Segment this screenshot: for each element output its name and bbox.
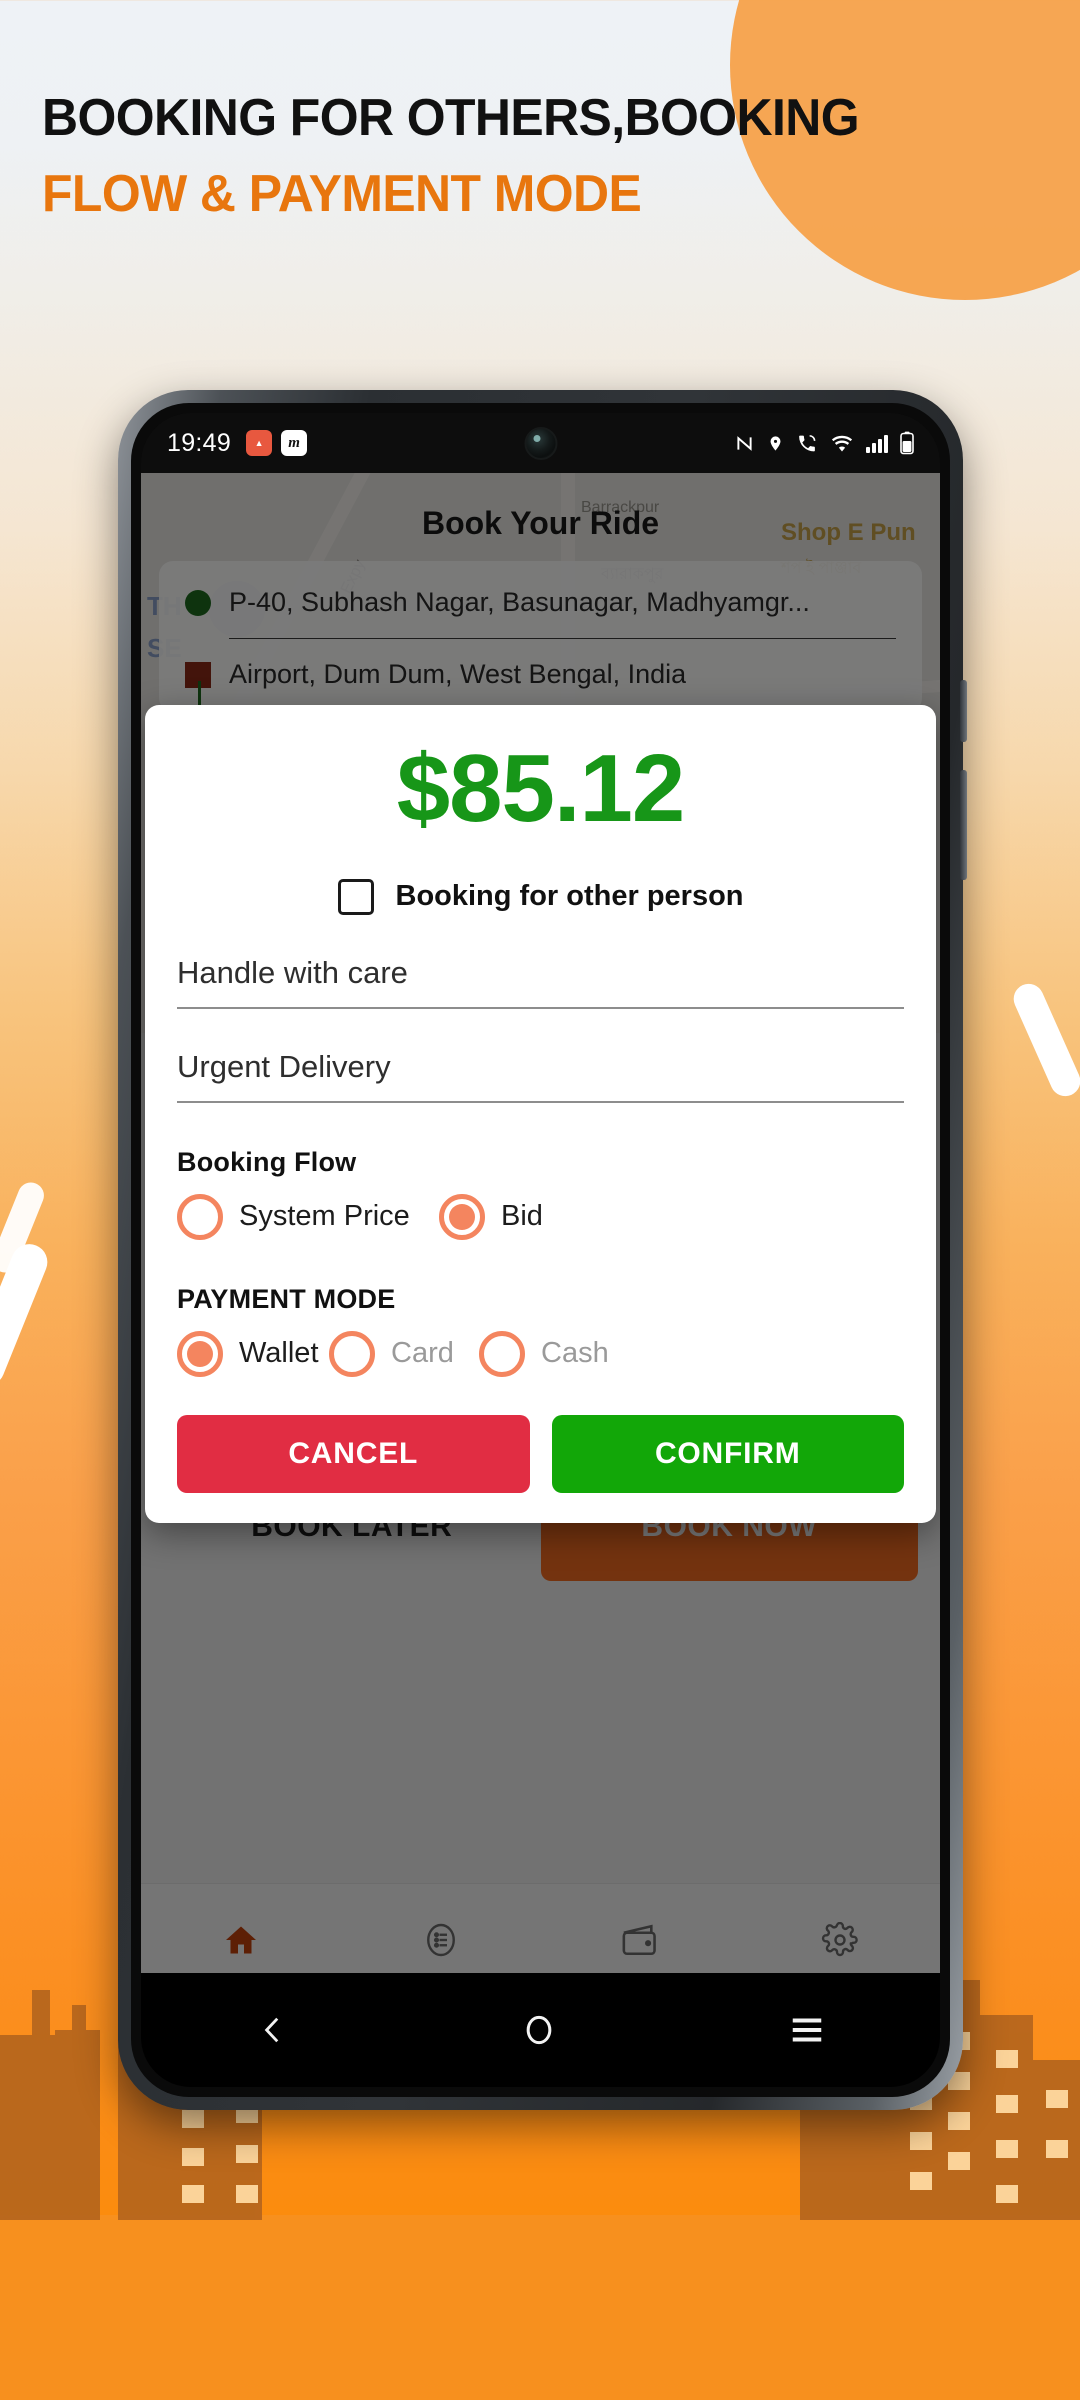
front-camera bbox=[524, 427, 557, 460]
booking-for-other-label: Booking for other person bbox=[395, 880, 744, 913]
status-bar-system-icons bbox=[734, 431, 914, 455]
booking-for-other-checkbox[interactable] bbox=[337, 878, 374, 915]
battery-icon bbox=[900, 431, 914, 455]
radio-card-button[interactable] bbox=[329, 1330, 375, 1377]
payment-mode-radio-group: Wallet Card Cash bbox=[177, 1330, 904, 1377]
booking-confirm-dialog: $85.12 Booking for other person Handle w… bbox=[145, 705, 936, 1523]
phone-volume-button bbox=[960, 680, 967, 742]
booking-for-other-row[interactable]: Booking for other person bbox=[177, 878, 904, 915]
delivery-field[interactable]: Urgent Delivery bbox=[177, 1049, 904, 1103]
radio-bid-button[interactable] bbox=[439, 1193, 485, 1240]
phone-mockup: 19:49 ▲ m $85.12 Booking for other perso… bbox=[118, 390, 967, 2110]
android-navigation-bar bbox=[141, 1973, 940, 2087]
promo-headline: BOOKING FOR OTHERS,BOOKING FLOW & PAYMEN… bbox=[42, 92, 992, 220]
radio-card[interactable]: Card bbox=[329, 1330, 479, 1377]
instruction-field-underline bbox=[177, 1006, 904, 1009]
confirm-button[interactable]: CONFIRM bbox=[551, 1414, 904, 1493]
delivery-field-underline bbox=[177, 1100, 904, 1103]
signal-bars-icon bbox=[866, 434, 888, 453]
radio-wallet-label: Wallet bbox=[239, 1337, 319, 1370]
decorative-swoosh bbox=[1008, 979, 1080, 1101]
delivery-field-value: Urgent Delivery bbox=[177, 1048, 391, 1084]
radio-system-price[interactable]: System Price bbox=[177, 1193, 439, 1240]
radio-system-price-button[interactable] bbox=[177, 1193, 223, 1240]
radio-bid-label: Bid bbox=[501, 1200, 543, 1233]
phone-power-button bbox=[960, 770, 967, 880]
dialog-actions: CANCEL CONFIRM bbox=[177, 1414, 904, 1523]
booking-flow-title: Booking Flow bbox=[177, 1146, 357, 1177]
nfc-icon bbox=[734, 433, 755, 454]
radio-cash[interactable]: Cash bbox=[479, 1330, 609, 1377]
call-mute-icon bbox=[796, 433, 818, 454]
location-pin-icon bbox=[767, 433, 784, 454]
app-badge-icon: ▲ bbox=[246, 430, 273, 456]
phone-screen: 19:49 ▲ m $85.12 Booking for other perso… bbox=[141, 413, 940, 2087]
radio-card-label: Card bbox=[391, 1337, 454, 1370]
status-bar-notifications: ▲ m bbox=[246, 430, 308, 456]
headline-line-1: BOOKING FOR OTHERS,BOOKING bbox=[42, 89, 860, 147]
status-bar-clock: 19:49 bbox=[167, 428, 232, 457]
instruction-field-value: Handle with care bbox=[177, 954, 408, 990]
mmt-icon: m bbox=[281, 430, 308, 456]
headline-line-2: FLOW & PAYMENT MODE bbox=[42, 165, 642, 223]
app-content: Expy Barrackpur ব্যারাকপুর TH SE Shop E … bbox=[141, 473, 940, 2033]
phone-bezel: 19:49 ▲ m $85.12 Booking for other perso… bbox=[131, 403, 950, 2097]
radio-cash-label: Cash bbox=[541, 1337, 609, 1370]
radio-system-price-label: System Price bbox=[239, 1200, 410, 1233]
radio-bid[interactable]: Bid bbox=[439, 1193, 543, 1240]
price-amount: $85.12 bbox=[396, 735, 686, 842]
radio-wallet[interactable]: Wallet bbox=[177, 1330, 329, 1377]
menu-lines-icon[interactable] bbox=[788, 2013, 826, 2047]
booking-flow-radio-group: System Price Bid bbox=[177, 1193, 904, 1240]
payment-mode-title: PAYMENT MODE bbox=[177, 1283, 396, 1314]
wifi-icon bbox=[830, 434, 854, 453]
radio-wallet-button[interactable] bbox=[177, 1330, 223, 1377]
radio-cash-button[interactable] bbox=[479, 1330, 525, 1377]
back-chevron-icon[interactable] bbox=[256, 2010, 290, 2050]
home-circle-icon[interactable] bbox=[519, 2010, 559, 2050]
cancel-button[interactable]: CANCEL bbox=[177, 1414, 530, 1493]
instruction-field[interactable]: Handle with care bbox=[177, 955, 904, 1009]
